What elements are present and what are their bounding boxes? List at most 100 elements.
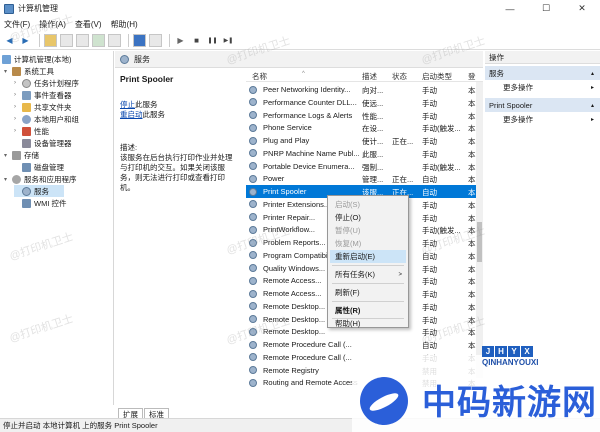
cell-desc: 此服... — [362, 149, 384, 159]
pane-header: 服务 — [115, 51, 483, 68]
storage-icon — [12, 150, 21, 160]
cell-desc: 在设... — [362, 124, 384, 134]
logo-letter: H — [495, 346, 507, 357]
description-label: 描述: — [120, 143, 138, 152]
tree-item-label: 磁盘管理 — [34, 162, 64, 172]
cell-startup: 手动 — [422, 290, 437, 299]
actions-group-print-spooler[interactable]: Print Spooler ▴ — [485, 98, 600, 112]
tree-item-local-users[interactable]: › 本地用户和组 — [14, 113, 79, 125]
expand-arrow-icon[interactable]: ▾ — [4, 176, 12, 183]
cell-name: Remote Procedure Call (... — [263, 352, 352, 362]
selected-service-name: Print Spooler — [120, 74, 174, 84]
console-tree-icon[interactable] — [60, 34, 73, 47]
table-row[interactable]: Performance Logs & Alerts 性能... 手动本 — [246, 109, 483, 122]
tree-item-performance[interactable]: › 性能 — [14, 125, 49, 137]
menu-item-refresh[interactable]: 刷新(F) — [330, 286, 406, 299]
expand-arrow-icon[interactable]: › — [14, 92, 22, 98]
gear-icon — [22, 186, 31, 196]
column-header-startup[interactable]: 启动类型 — [422, 71, 452, 82]
menu-action[interactable]: 操作(A) — [39, 19, 66, 30]
tree-item-event-viewer[interactable]: › 事件查看器 — [14, 89, 72, 101]
cell-startup: 自动 — [422, 188, 437, 197]
logo-letter: X — [521, 346, 533, 357]
cell-desc: 使计... — [362, 137, 384, 146]
column-header-desc[interactable]: 描述 — [362, 71, 377, 82]
menu-item-pause[interactable]: 暂停(U) — [330, 224, 406, 237]
service-gear-icon — [249, 187, 257, 196]
column-header-status[interactable]: 状态 — [392, 71, 407, 82]
restart-service-link[interactable]: 重启动 — [120, 110, 143, 119]
tree-item-shared-folders[interactable]: › 共享文件夹 — [14, 101, 72, 113]
column-header-logon[interactable]: 登 — [468, 71, 476, 82]
collapse-icon[interactable]: ▴ — [591, 102, 594, 109]
restart-service-suffix: 此服务 — [142, 110, 166, 119]
restart-icon[interactable]: ▶❚ — [222, 34, 235, 47]
up-folder-icon[interactable] — [44, 34, 57, 47]
maximize-button[interactable]: ☐ — [528, 0, 564, 17]
table-row[interactable]: Plug and Play 使计... 正在... 手动本 — [246, 134, 483, 147]
more-actions-item[interactable]: 更多操作 ▸ — [485, 112, 600, 126]
table-row[interactable]: PNRP Machine Name Publ... 此服... 手动本 — [246, 147, 483, 160]
table-row[interactable]: Remote Procedure Call (... 自动本 — [246, 338, 483, 351]
computer-icon — [2, 54, 11, 64]
table-row[interactable]: Performance Counter DLL... 使远... 手动本 — [246, 96, 483, 109]
tree-item-system-tools[interactable]: ▾ 系统工具 — [4, 65, 54, 77]
stop-service-link[interactable]: 停止 — [120, 100, 135, 109]
menu-item-start[interactable]: 启动(S) — [330, 198, 406, 211]
collapse-icon[interactable]: ▴ — [591, 70, 594, 77]
table-row[interactable]: Power 管理... 正在... 自动本 — [246, 172, 483, 185]
expand-arrow-icon[interactable]: › — [14, 104, 22, 110]
menu-item-help[interactable]: 帮助(H) — [330, 318, 406, 328]
tree-item-device-manager[interactable]: 设备管理器 — [14, 137, 72, 149]
refresh-icon[interactable] — [92, 34, 105, 47]
cell-startup: 手动 — [422, 328, 437, 338]
minimize-button[interactable]: — — [492, 0, 528, 17]
menu-item-all-tasks[interactable]: 所有任务(K) > — [330, 268, 406, 281]
pause-icon[interactable]: ❚❚ — [206, 34, 219, 47]
tree-item-task-scheduler[interactable]: › 任务计划程序 — [14, 77, 79, 89]
properties-icon[interactable] — [76, 34, 89, 47]
close-button[interactable]: ✕ — [564, 0, 600, 17]
back-icon[interactable]: ◀ — [3, 34, 16, 47]
stop-icon[interactable]: ■ — [190, 34, 203, 47]
menu-view[interactable]: 查看(V) — [75, 19, 102, 30]
expand-arrow-icon[interactable]: › — [14, 80, 22, 86]
service-gear-icon — [249, 264, 257, 272]
menu-file[interactable]: 文件(F) — [4, 19, 30, 30]
tree-root[interactable]: 计算机管理(本地) — [2, 53, 72, 65]
expand-arrow-icon[interactable]: ▾ — [4, 68, 12, 75]
menu-help[interactable]: 帮助(H) — [111, 19, 138, 30]
tree-item-services-apps[interactable]: ▾ 服务和应用程序 — [4, 173, 77, 185]
scrollbar-thumb[interactable] — [477, 222, 482, 262]
show-pane-icon[interactable] — [149, 34, 162, 47]
expand-arrow-icon[interactable]: › — [14, 116, 22, 122]
menu-item-stop[interactable]: 停止(O) — [330, 211, 406, 224]
service-gear-icon — [249, 366, 257, 374]
help-icon[interactable] — [133, 34, 146, 47]
menu-item-resume[interactable]: 恢复(M) — [330, 237, 406, 250]
menu-item-properties[interactable]: 属性(R) — [330, 304, 406, 317]
export-icon[interactable] — [108, 34, 121, 47]
service-gear-icon — [249, 353, 257, 362]
play-icon[interactable]: ▶ — [174, 34, 187, 47]
event-viewer-icon — [22, 90, 31, 100]
vertical-scrollbar[interactable] — [476, 82, 483, 378]
actions-group-services[interactable]: 服务 ▴ — [485, 66, 600, 80]
menu-separator — [332, 265, 404, 266]
column-header-name[interactable]: 名称 — [252, 71, 267, 82]
tree-item-wmi-control[interactable]: WMI 控件 — [14, 197, 67, 209]
more-actions-item[interactable]: 更多操作 ▸ — [485, 80, 600, 94]
tree-item-disk-management[interactable]: 磁盘管理 — [14, 161, 64, 173]
tree-item-storage[interactable]: ▾ 存储 — [4, 149, 39, 161]
table-row[interactable]: Peer Networking Identity... 向对... 手动本 — [246, 83, 483, 96]
column-header-row: 名称 ^ 描述 状态 启动类型 登 — [246, 69, 483, 82]
expand-arrow-icon[interactable]: ▾ — [4, 152, 12, 159]
tree-item-services[interactable]: 服务 — [14, 185, 64, 197]
table-row[interactable]: Portable Device Enumera... 强制... 手动(触发... 本 — [246, 160, 483, 173]
forward-icon[interactable]: ▶ — [19, 34, 32, 47]
menu-separator — [332, 283, 404, 284]
menu-item-restart[interactable]: 重新启动(E) — [330, 250, 406, 263]
table-row[interactable]: Phone Service 在设... 手动(触发... 本 — [246, 121, 483, 134]
services-pane: 服务 Print Spooler 停止此服务 重启动此服务 描述: 该服务在后台… — [115, 51, 483, 420]
expand-arrow-icon[interactable]: › — [14, 128, 22, 134]
